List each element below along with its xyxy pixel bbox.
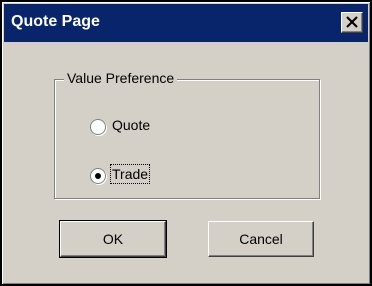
group-legend: Value Preference	[64, 70, 178, 86]
title-bar[interactable]: Quote Page	[4, 4, 368, 42]
radio-selected-dot	[95, 173, 101, 179]
value-preference-group: Value Preference Quote Trade	[54, 70, 320, 199]
cancel-button[interactable]: Cancel	[208, 221, 314, 257]
quote-page-dialog: Quote Page Value Preference Quote Trade …	[0, 0, 372, 286]
ok-button[interactable]: OK	[59, 220, 167, 258]
radio-button-trade[interactable]	[90, 168, 106, 184]
radio-button-quote[interactable]	[90, 119, 106, 135]
close-button[interactable]	[341, 12, 363, 33]
close-icon	[346, 16, 358, 28]
radio-label-trade[interactable]: Trade	[109, 164, 151, 184]
window-title: Quote Page	[11, 13, 100, 30]
radio-label-quote[interactable]: Quote	[112, 117, 150, 133]
